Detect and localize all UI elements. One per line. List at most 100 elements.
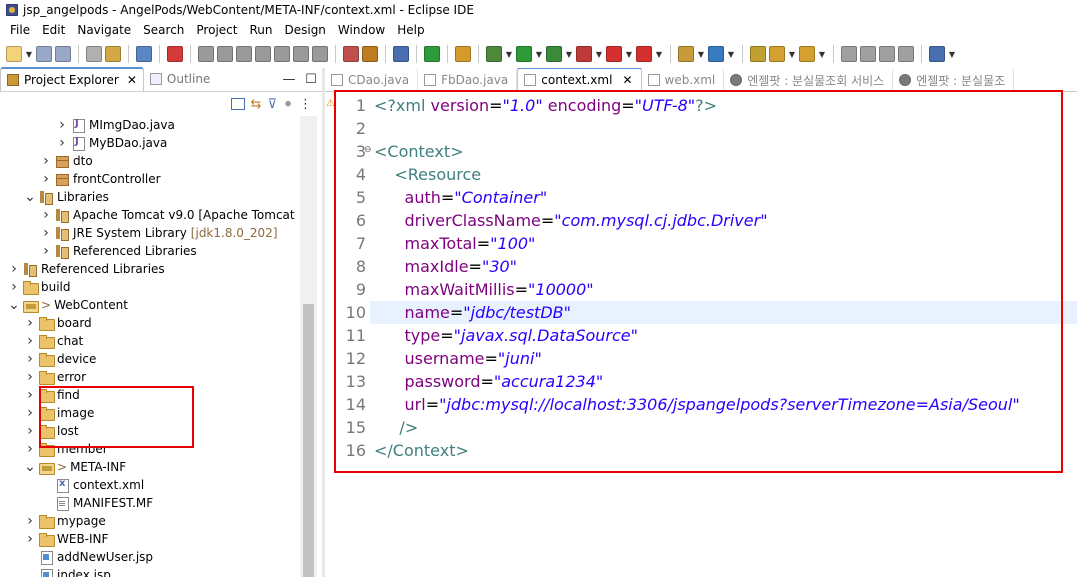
chevron-down-icon[interactable]: ▼ — [655, 50, 663, 59]
open-type-icon[interactable] — [105, 46, 121, 62]
code-line[interactable]: url="jdbc:mysql://localhost:3306/jspange… — [374, 393, 1020, 416]
chevron-right-icon[interactable]: › — [56, 117, 68, 133]
pin-icon[interactable] — [362, 46, 378, 62]
tree-item[interactable]: › device — [24, 350, 96, 368]
code-line[interactable]: name="jdbc/testDB" — [374, 301, 571, 324]
chevron-right-icon[interactable]: › — [24, 531, 36, 547]
run-icon[interactable] — [516, 46, 532, 62]
editor-tab[interactable]: 엔젤팟 : 분실물조회 서비스 — [724, 69, 894, 91]
collapse-all-icon[interactable] — [230, 98, 245, 110]
chevron-right-icon[interactable]: › — [40, 171, 52, 187]
tree-item[interactable]: › JRE System Library [jdk1.8.0_202] — [40, 224, 278, 242]
debug-icon[interactable] — [486, 46, 502, 62]
tree-item[interactable]: › chat — [24, 332, 83, 350]
tree-item[interactable]: › image — [24, 404, 94, 422]
tree-item[interactable]: › Referenced Libraries — [40, 242, 197, 260]
chevron-down-icon[interactable]: ▼ — [565, 50, 573, 59]
editor-tab[interactable]: FbDao.java — [418, 69, 518, 91]
tree-item[interactable]: MANIFEST.MF — [40, 494, 153, 512]
menu-search[interactable]: Search — [137, 23, 190, 37]
tree-item[interactable]: › dto — [40, 152, 92, 170]
save-icon[interactable] — [36, 46, 52, 62]
code-line[interactable]: username="juni" — [374, 347, 542, 370]
resume-icon[interactable] — [198, 46, 214, 62]
chevron-right-icon[interactable]: › — [24, 387, 36, 403]
chevron-right-icon[interactable]: › — [40, 153, 52, 169]
wizard-icon[interactable] — [455, 46, 471, 62]
new-icon[interactable] — [6, 46, 22, 62]
tree-item[interactable]: › Apache Tomcat v9.0 [Apache Tomcat — [40, 206, 295, 224]
chevron-down-icon[interactable]: ▼ — [818, 50, 826, 59]
tree-item[interactable]: › error — [24, 368, 86, 386]
chevron-down-icon[interactable]: ⌄ — [24, 459, 36, 475]
code-area[interactable]: <?xml version="1.0" encoding="UTF-8"?> <C… — [370, 92, 1077, 577]
open-task-icon[interactable] — [750, 46, 766, 62]
chevron-right-icon[interactable]: › — [24, 333, 36, 349]
code-line[interactable]: maxWaitMillis="10000" — [374, 278, 594, 301]
suspend-icon[interactable] — [217, 46, 233, 62]
chevron-right-icon[interactable]: › — [8, 261, 20, 277]
menu-project[interactable]: Project — [190, 23, 243, 37]
external-tools-icon[interactable] — [576, 46, 592, 62]
chevron-right-icon[interactable]: › — [24, 369, 36, 385]
paragraph-icon[interactable] — [879, 46, 895, 62]
explorer-scrollbar[interactable] — [300, 116, 317, 577]
tree-item[interactable]: context.xml — [40, 476, 144, 494]
code-line[interactable]: <Context> — [374, 140, 464, 163]
menu-navigate[interactable]: Navigate — [71, 23, 137, 37]
chevron-down-icon[interactable]: ▼ — [727, 50, 735, 59]
chevron-down-icon[interactable]: ⌄ — [8, 297, 20, 313]
tree-item[interactable]: ⌄ Libraries — [24, 188, 109, 206]
chevron-right-icon[interactable]: › — [56, 135, 68, 151]
tree-item[interactable]: index.jsp — [24, 566, 111, 577]
chevron-right-icon[interactable]: › — [40, 207, 52, 223]
chevron-down-icon[interactable]: ▼ — [697, 50, 705, 59]
step-return-icon[interactable] — [312, 46, 328, 62]
gift-icon[interactable] — [167, 46, 183, 62]
tree-item[interactable]: ⌄ > WebContent — [8, 296, 128, 314]
coverage-icon[interactable] — [546, 46, 562, 62]
chevron-right-icon[interactable]: › — [24, 441, 36, 457]
flag-icon[interactable] — [636, 46, 652, 62]
new-package-icon[interactable] — [678, 46, 694, 62]
tree-item[interactable]: › mypage — [24, 512, 106, 530]
link-with-editor-icon[interactable]: ⇆ — [251, 97, 262, 112]
task-icon[interactable] — [343, 46, 359, 62]
chevron-right-icon[interactable]: › — [24, 423, 36, 439]
code-line[interactable]: type="javax.sql.DataSource" — [374, 324, 638, 347]
menu-file[interactable]: File — [4, 23, 36, 37]
focus-icon[interactable]: ⚫ — [283, 97, 293, 111]
tree-item[interactable]: › Referenced Libraries — [8, 260, 165, 278]
code-line[interactable]: maxIdle="30" — [374, 255, 518, 278]
chevron-right-icon[interactable]: › — [40, 225, 52, 241]
print-icon[interactable] — [86, 46, 102, 62]
chevron-right-icon[interactable]: › — [8, 279, 20, 295]
minimize-icon[interactable]: — — [278, 67, 300, 91]
chevron-right-icon[interactable]: › — [24, 315, 36, 331]
tree-item[interactable]: › MyBDao.java — [56, 134, 167, 152]
chevron-down-icon[interactable]: ▼ — [535, 50, 543, 59]
menu-edit[interactable]: Edit — [36, 23, 71, 37]
stop-server-icon[interactable] — [606, 46, 622, 62]
close-icon[interactable]: ✕ — [622, 73, 632, 87]
maximize-icon[interactable]: ☐ — [300, 67, 322, 91]
tree-item[interactable]: › find — [24, 386, 80, 404]
tree-item[interactable]: › MImgDao.java — [56, 116, 175, 134]
disconnect-icon[interactable] — [255, 46, 271, 62]
server-icon[interactable] — [424, 46, 440, 62]
view-menu-icon[interactable]: ⋮ — [299, 97, 312, 112]
tree-item[interactable]: › member — [24, 440, 108, 458]
tree-item[interactable]: › WEB-INF — [24, 530, 108, 548]
search-icon[interactable] — [799, 46, 815, 62]
terminate-icon[interactable] — [236, 46, 252, 62]
tree-item[interactable]: addNewUser.jsp — [24, 548, 153, 566]
filter-icon[interactable]: ⊽ — [267, 97, 277, 112]
menu-help[interactable]: Help — [391, 23, 430, 37]
step-into-icon[interactable] — [274, 46, 290, 62]
annotation-icon[interactable] — [841, 46, 857, 62]
chevron-right-icon[interactable]: › — [40, 243, 52, 259]
new-class-icon[interactable] — [708, 46, 724, 62]
chevron-down-icon[interactable]: ▼ — [505, 50, 513, 59]
tree-item[interactable]: › lost — [24, 422, 79, 440]
whitespace-icon[interactable] — [898, 46, 914, 62]
